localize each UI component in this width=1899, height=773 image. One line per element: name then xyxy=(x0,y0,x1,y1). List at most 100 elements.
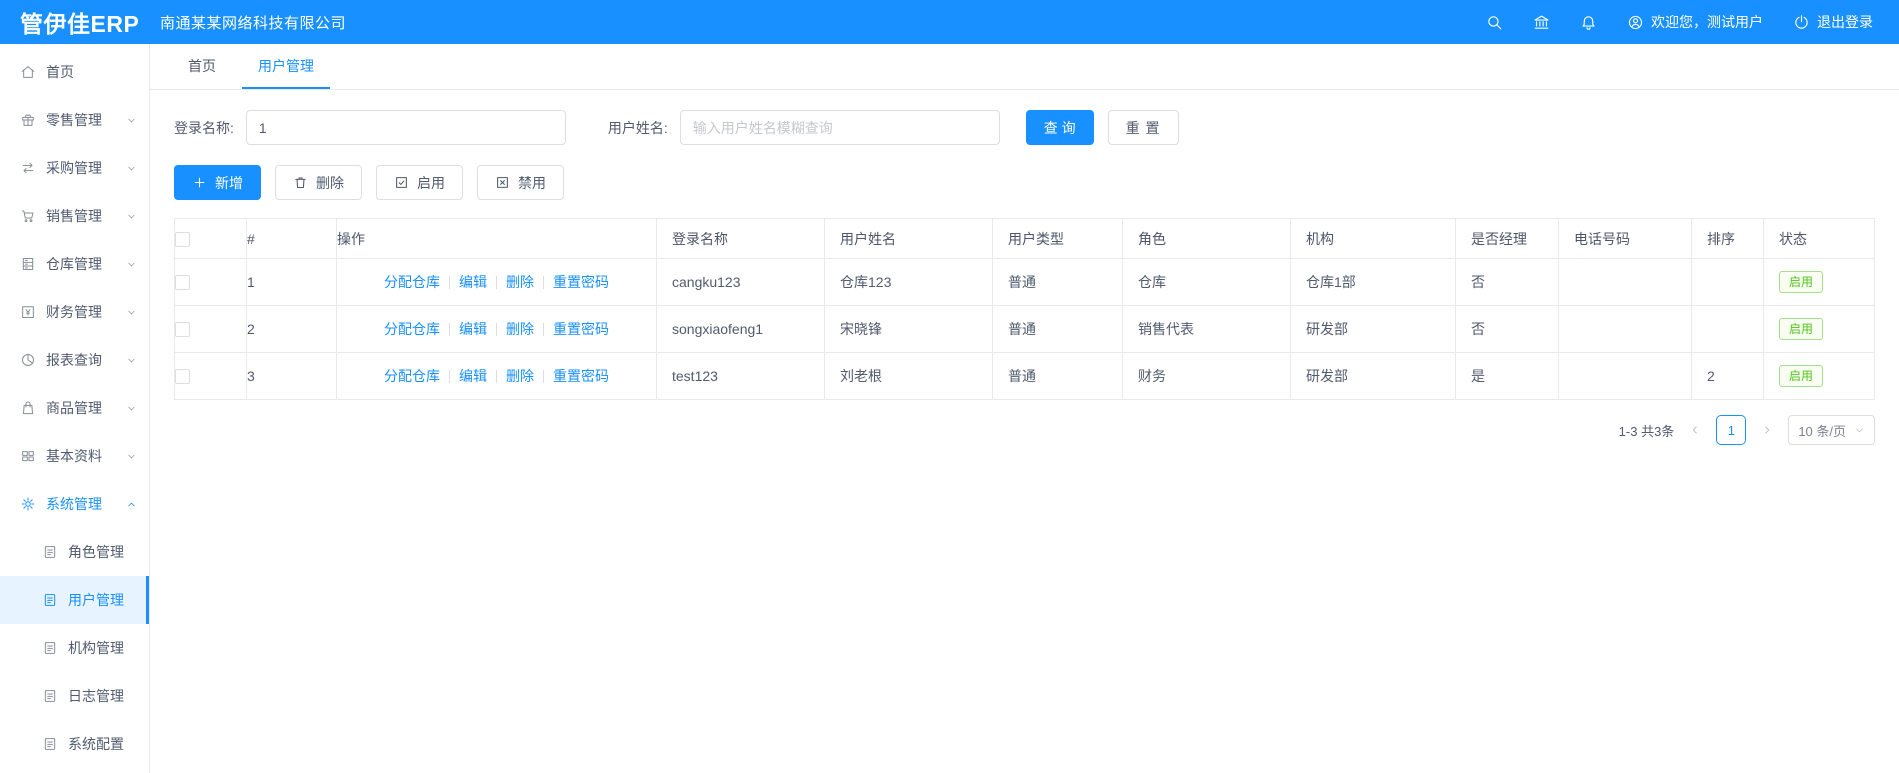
status-badge[interactable]: 启用 xyxy=(1779,364,1824,388)
logout-label: 退出登录 xyxy=(1817,14,1873,30)
row-checkbox[interactable] xyxy=(175,369,190,385)
sidebar-item-retail[interactable]: 零售管理 xyxy=(0,96,149,144)
sales-cart-icon xyxy=(21,210,34,223)
reset-password-link[interactable]: 重置密码 xyxy=(553,272,609,292)
tab-label: 首页 xyxy=(188,57,216,74)
login-name-input[interactable] xyxy=(245,110,566,145)
chevron-down-icon xyxy=(128,406,135,410)
assign-warehouse-link[interactable]: 分配仓库 xyxy=(384,272,440,292)
sidebar-item-label: 销售管理 xyxy=(46,208,102,224)
tab-home[interactable]: 首页 xyxy=(172,44,232,89)
edit-link[interactable]: 编辑 xyxy=(459,366,487,386)
col-phone: 电话号码 xyxy=(1558,218,1692,259)
cell-org: 仓库1部 xyxy=(1290,258,1456,306)
sidebar-item-report[interactable]: 报表查询 xyxy=(0,336,149,384)
status-badge[interactable]: 启用 xyxy=(1779,317,1824,341)
sidebar-item-label: 基本资料 xyxy=(46,448,102,464)
page-size-select[interactable]: 10 条/页 xyxy=(1788,415,1875,445)
next-page-button[interactable] xyxy=(1756,416,1778,444)
user-name-input[interactable] xyxy=(679,110,1000,145)
delete-link[interactable]: 删除 xyxy=(506,319,534,339)
logout-button[interactable]: 退出登录 xyxy=(1793,12,1873,32)
x-square-icon xyxy=(497,177,508,188)
bell-icon[interactable] xyxy=(1580,14,1597,31)
edit-link[interactable]: 编辑 xyxy=(459,272,487,292)
sidebar-item-log-mgmt[interactable]: 日志管理 xyxy=(0,672,149,720)
col-login-name: 登录名称 xyxy=(656,218,825,259)
sidebar: 首页 零售管理 采购管理 销售管理 仓库管理 财务管理 报表查询 商品管理 基本… xyxy=(0,44,150,773)
sidebar-item-label: 系统配置 xyxy=(68,736,124,752)
cell-sort: 2 xyxy=(1691,352,1764,400)
row-index: 1 xyxy=(246,258,337,306)
delete-link[interactable]: 删除 xyxy=(506,272,534,292)
cell-phone xyxy=(1558,305,1692,353)
table-header-row: # 操作 登录名称 用户姓名 用户类型 角色 机构 是否经理 电话号码 排序 状… xyxy=(174,218,1875,259)
divider xyxy=(496,322,497,336)
sidebar-item-finance[interactable]: 财务管理 xyxy=(0,288,149,336)
cell-org: 研发部 xyxy=(1290,305,1456,353)
cell-user-name: 宋晓锋 xyxy=(824,305,993,353)
sidebar-item-system[interactable]: 系统管理 xyxy=(0,480,149,528)
assign-warehouse-link[interactable]: 分配仓库 xyxy=(384,366,440,386)
divider xyxy=(496,275,497,289)
sidebar-item-label: 首页 xyxy=(46,64,74,80)
col-status: 状态 xyxy=(1763,218,1875,259)
toolbar: 新增 删除 启用 禁用 xyxy=(174,165,1875,200)
add-button[interactable]: 新增 xyxy=(174,165,261,200)
login-name-label: 登录名称: xyxy=(174,119,234,136)
report-pie-icon xyxy=(21,353,35,367)
assign-warehouse-link[interactable]: 分配仓库 xyxy=(384,319,440,339)
cell-manager: 是 xyxy=(1455,352,1559,400)
disable-button[interactable]: 禁用 xyxy=(477,165,564,200)
row-index: 2 xyxy=(246,305,337,353)
chevron-right-icon xyxy=(1765,426,1770,434)
row-actions: 分配仓库 编辑 删除 重置密码 xyxy=(338,366,656,386)
cell-user-type: 普通 xyxy=(992,305,1123,353)
user-table: # 操作 登录名称 用户姓名 用户类型 角色 机构 是否经理 电话号码 排序 状… xyxy=(174,218,1875,400)
prev-page-button[interactable] xyxy=(1684,416,1706,444)
cell-manager: 否 xyxy=(1455,258,1559,306)
reset-button[interactable]: 重 置 xyxy=(1107,110,1179,145)
sidebar-item-basic-data[interactable]: 基本资料 xyxy=(0,432,149,480)
cell-user-name: 仓库123 xyxy=(824,258,993,306)
edit-link[interactable]: 编辑 xyxy=(459,319,487,339)
divider xyxy=(449,369,450,383)
chevron-down-icon xyxy=(128,118,135,122)
page-size-value: 10 条/页 xyxy=(1798,423,1846,439)
reset-password-link[interactable]: 重置密码 xyxy=(553,319,609,339)
col-sort: 排序 xyxy=(1691,218,1764,259)
check-square-icon xyxy=(396,177,407,188)
sidebar-item-goods[interactable]: 商品管理 xyxy=(0,384,149,432)
sidebar-item-label: 系统管理 xyxy=(46,496,102,512)
status-badge[interactable]: 启用 xyxy=(1779,270,1824,294)
col-user-type: 用户类型 xyxy=(992,218,1123,259)
delete-link[interactable]: 删除 xyxy=(506,366,534,386)
divider xyxy=(449,322,450,336)
select-all-checkbox[interactable] xyxy=(175,231,190,247)
bank-icon[interactable] xyxy=(1533,14,1550,31)
user-icon xyxy=(1627,14,1644,31)
sidebar-item-home[interactable]: 首页 xyxy=(0,48,149,96)
sidebar-item-sales[interactable]: 销售管理 xyxy=(0,192,149,240)
home-icon xyxy=(21,66,35,78)
welcome-user[interactable]: 欢迎您，测试用户 xyxy=(1627,12,1763,32)
sidebar-item-label: 用户管理 xyxy=(68,592,124,608)
cell-login-name: songxiaofeng1 xyxy=(656,305,825,353)
enable-button[interactable]: 启用 xyxy=(376,165,463,200)
sidebar-item-purchase[interactable]: 采购管理 xyxy=(0,144,149,192)
sidebar-item-org-mgmt[interactable]: 机构管理 xyxy=(0,624,149,672)
sidebar-item-warehouse[interactable]: 仓库管理 xyxy=(0,240,149,288)
sidebar-item-user-mgmt[interactable]: 用户管理 xyxy=(0,576,149,624)
reset-password-link[interactable]: 重置密码 xyxy=(553,366,609,386)
search-icon[interactable] xyxy=(1486,14,1503,31)
delete-button[interactable]: 删除 xyxy=(275,165,362,200)
sidebar-item-system-config[interactable]: 系统配置 xyxy=(0,720,149,768)
query-button[interactable]: 查 询 xyxy=(1025,110,1094,145)
row-checkbox[interactable] xyxy=(175,275,190,291)
page-number-button[interactable]: 1 xyxy=(1716,415,1747,445)
chevron-down-icon xyxy=(128,454,135,458)
tab-user-mgmt[interactable]: 用户管理 xyxy=(242,44,330,89)
doc-icon xyxy=(44,738,56,750)
row-checkbox[interactable] xyxy=(175,322,190,338)
sidebar-item-role-mgmt[interactable]: 角色管理 xyxy=(0,528,149,576)
